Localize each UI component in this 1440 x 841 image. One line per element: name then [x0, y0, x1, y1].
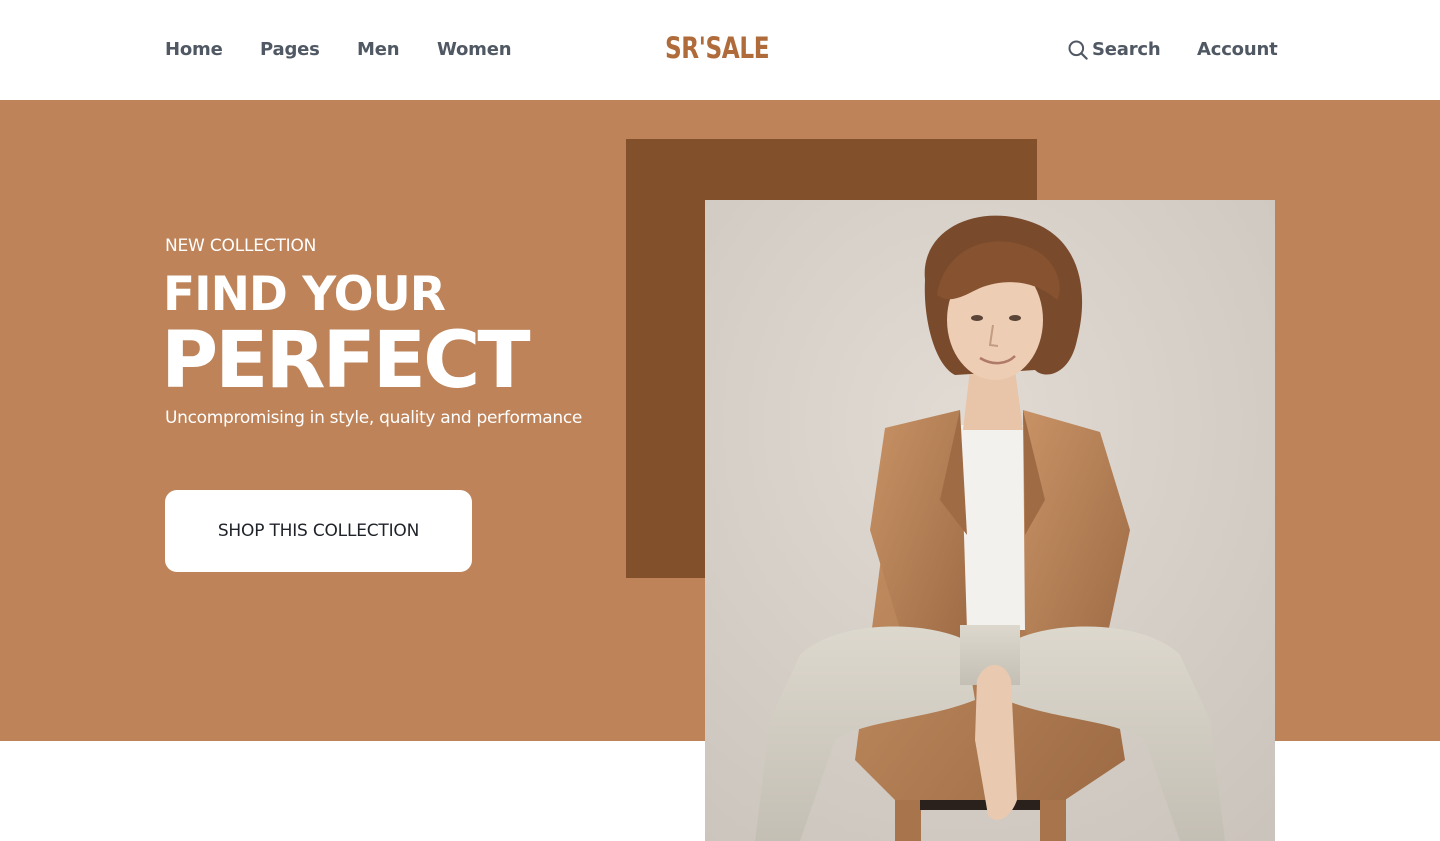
brand-logo[interactable]: SR'SALE: [665, 30, 770, 66]
hero-subheading: Uncompromising in style, quality and per…: [165, 408, 583, 428]
nav-women-link[interactable]: Women: [437, 36, 512, 64]
search-button[interactable]: Search: [1068, 36, 1161, 64]
search-label: Search: [1092, 39, 1161, 60]
site-header: Home Pages Men Women SR'SALE Search Acco…: [0, 0, 1440, 100]
search-icon: [1068, 40, 1088, 60]
nav-home-link[interactable]: Home: [165, 36, 223, 64]
nav-account-link[interactable]: Account: [1197, 36, 1278, 64]
model-illustration: [705, 200, 1275, 841]
nav-men-link[interactable]: Men: [357, 36, 400, 64]
nav-pages-link[interactable]: Pages: [260, 36, 320, 64]
hero-headline-line2: PERFECT: [161, 316, 531, 406]
hero-model-photo: [705, 200, 1275, 841]
shop-collection-button[interactable]: SHOP THIS COLLECTION: [165, 490, 472, 572]
hero-eyebrow: NEW COLLECTION: [165, 236, 317, 256]
